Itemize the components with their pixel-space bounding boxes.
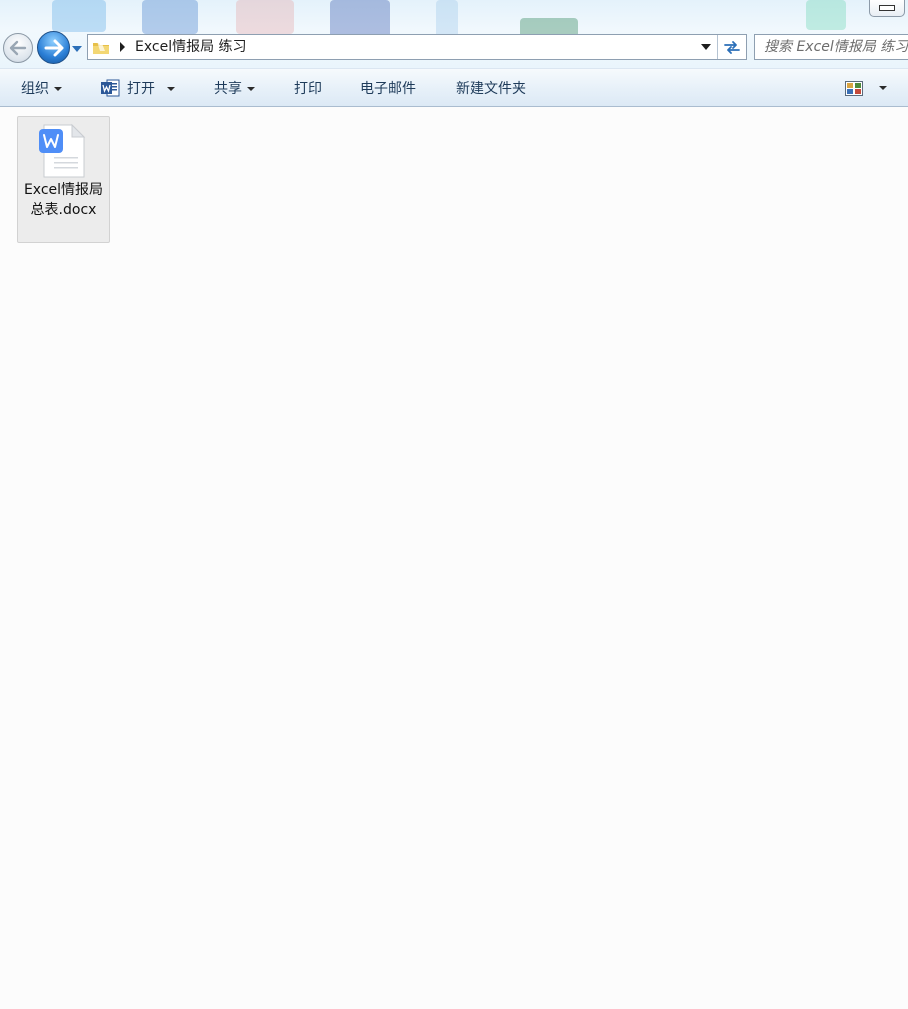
file-item[interactable]: Excel情报局 总表.docx [17, 116, 110, 243]
view-options-dropdown[interactable] [879, 86, 887, 90]
explorer-window: Excel情报局 练习 组织 [0, 0, 908, 1009]
breadcrumb-current-folder[interactable]: Excel情报局 练习 [135, 38, 247, 56]
organize-label: 组织 [21, 81, 49, 97]
breadcrumb-separator-icon[interactable] [118, 41, 126, 53]
wps-word-document-icon [39, 123, 86, 178]
caret-down-icon[interactable] [167, 86, 175, 91]
command-bar: 组织 打开 共享 打印 电子邮件 新建文件夹 [0, 68, 908, 107]
email-label: 电子邮件 [360, 81, 416, 97]
new-folder-label: 新建文件夹 [456, 81, 526, 97]
address-bar[interactable]: Excel情报局 练习 [87, 34, 747, 60]
arrow-right-icon [44, 39, 63, 56]
desktop-ghost-icon [806, 0, 846, 30]
open-button[interactable]: 打开 [101, 69, 175, 107]
organize-menu-button[interactable]: 组织 [21, 69, 62, 107]
caret-down-icon [54, 86, 62, 91]
file-name: Excel情报局 总表.docx [23, 182, 104, 218]
chevron-down-icon [701, 44, 711, 50]
refresh-icon [724, 41, 740, 54]
minimize-button[interactable] [869, 0, 905, 17]
folder-icon [93, 41, 109, 54]
back-button[interactable] [3, 33, 33, 63]
search-input[interactable] [755, 35, 908, 59]
print-button[interactable]: 打印 [294, 69, 322, 107]
new-folder-button[interactable]: 新建文件夹 [456, 69, 526, 107]
print-label: 打印 [294, 81, 322, 97]
desktop-ghost-icon [52, 0, 106, 32]
address-history-dropdown[interactable] [696, 35, 716, 59]
word-app-icon [101, 79, 120, 97]
search-box[interactable] [754, 34, 908, 60]
share-menu-button[interactable]: 共享 [214, 69, 255, 107]
title-bar: Excel情报局 练习 [0, 0, 908, 68]
recent-pages-dropdown[interactable] [71, 44, 83, 54]
share-label: 共享 [214, 81, 242, 97]
desktop-ghost-icon [236, 0, 294, 34]
desktop-ghost-icon [142, 0, 198, 34]
refresh-button[interactable] [717, 35, 746, 59]
chevron-down-icon [72, 45, 82, 52]
caret-down-icon [247, 86, 255, 91]
open-label: 打开 [127, 81, 155, 97]
arrow-left-icon [9, 40, 27, 56]
change-view-icon[interactable] [845, 81, 863, 96]
file-list-pane[interactable]: Excel情报局 总表.docx [0, 107, 908, 1009]
email-button[interactable]: 电子邮件 [360, 69, 416, 107]
forward-button[interactable] [37, 31, 70, 64]
